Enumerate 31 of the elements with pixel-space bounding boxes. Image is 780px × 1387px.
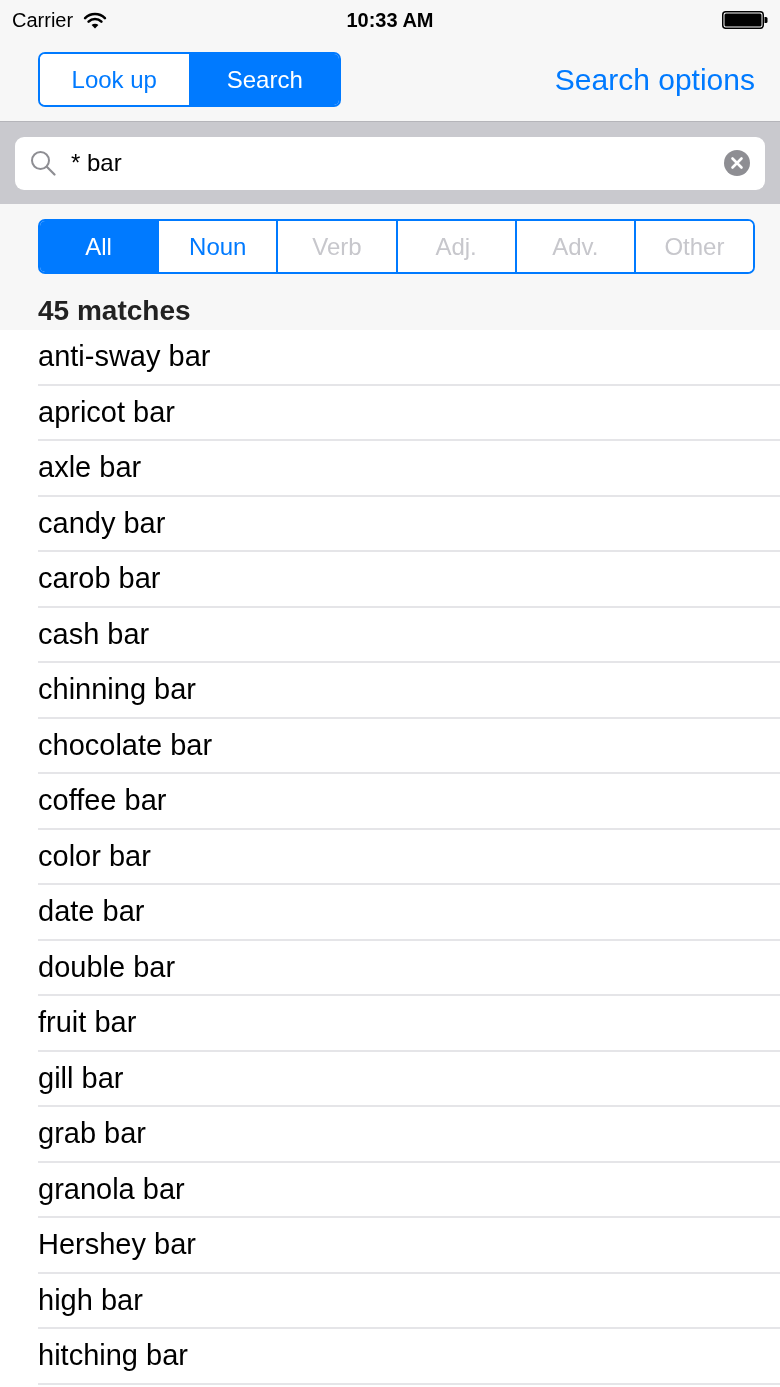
result-item[interactable]: axle bar	[38, 441, 780, 497]
result-item[interactable]: Hershey bar	[38, 1218, 780, 1274]
result-item[interactable]: double bar	[38, 940, 780, 996]
battery-icon	[722, 11, 768, 29]
wifi-icon	[83, 11, 108, 29]
result-item[interactable]: fruit bar	[38, 996, 780, 1052]
search-options-link[interactable]: Search options	[554, 52, 755, 107]
result-item[interactable]: hitching bar	[38, 1329, 780, 1385]
result-item[interactable]: gill bar	[38, 1051, 780, 1107]
match-count: 45 matches	[38, 295, 192, 327]
result-item[interactable]: candy bar	[38, 496, 780, 552]
clear-icon[interactable]	[724, 150, 750, 176]
result-item[interactable]: grab bar	[38, 1107, 780, 1163]
result-item[interactable]: anti-sway bar	[38, 330, 780, 386]
result-item[interactable]: granola bar	[38, 1162, 780, 1218]
result-item[interactable]: cash bar	[38, 607, 780, 663]
status-time: 10:33 AM	[346, 8, 434, 33]
result-item[interactable]: coffee bar	[38, 774, 780, 830]
result-item[interactable]: color bar	[38, 829, 780, 885]
carrier-name: Carrier	[12, 8, 74, 33]
result-item[interactable]: chocolate bar	[38, 718, 780, 774]
result-item[interactable]: chinning bar	[38, 663, 780, 719]
result-item[interactable]: apricot bar	[38, 385, 780, 441]
mode-tab[interactable]: Look up	[40, 54, 189, 105]
result-item[interactable]: date bar	[38, 885, 780, 941]
result-item[interactable]: high bar	[38, 1273, 780, 1329]
search-field[interactable]: * bar	[15, 136, 765, 190]
result-item[interactable]: carob bar	[38, 552, 780, 608]
search-icon	[30, 150, 56, 176]
filter-tab[interactable]: All	[40, 221, 158, 272]
mode-tab[interactable]: Search	[188, 54, 339, 105]
